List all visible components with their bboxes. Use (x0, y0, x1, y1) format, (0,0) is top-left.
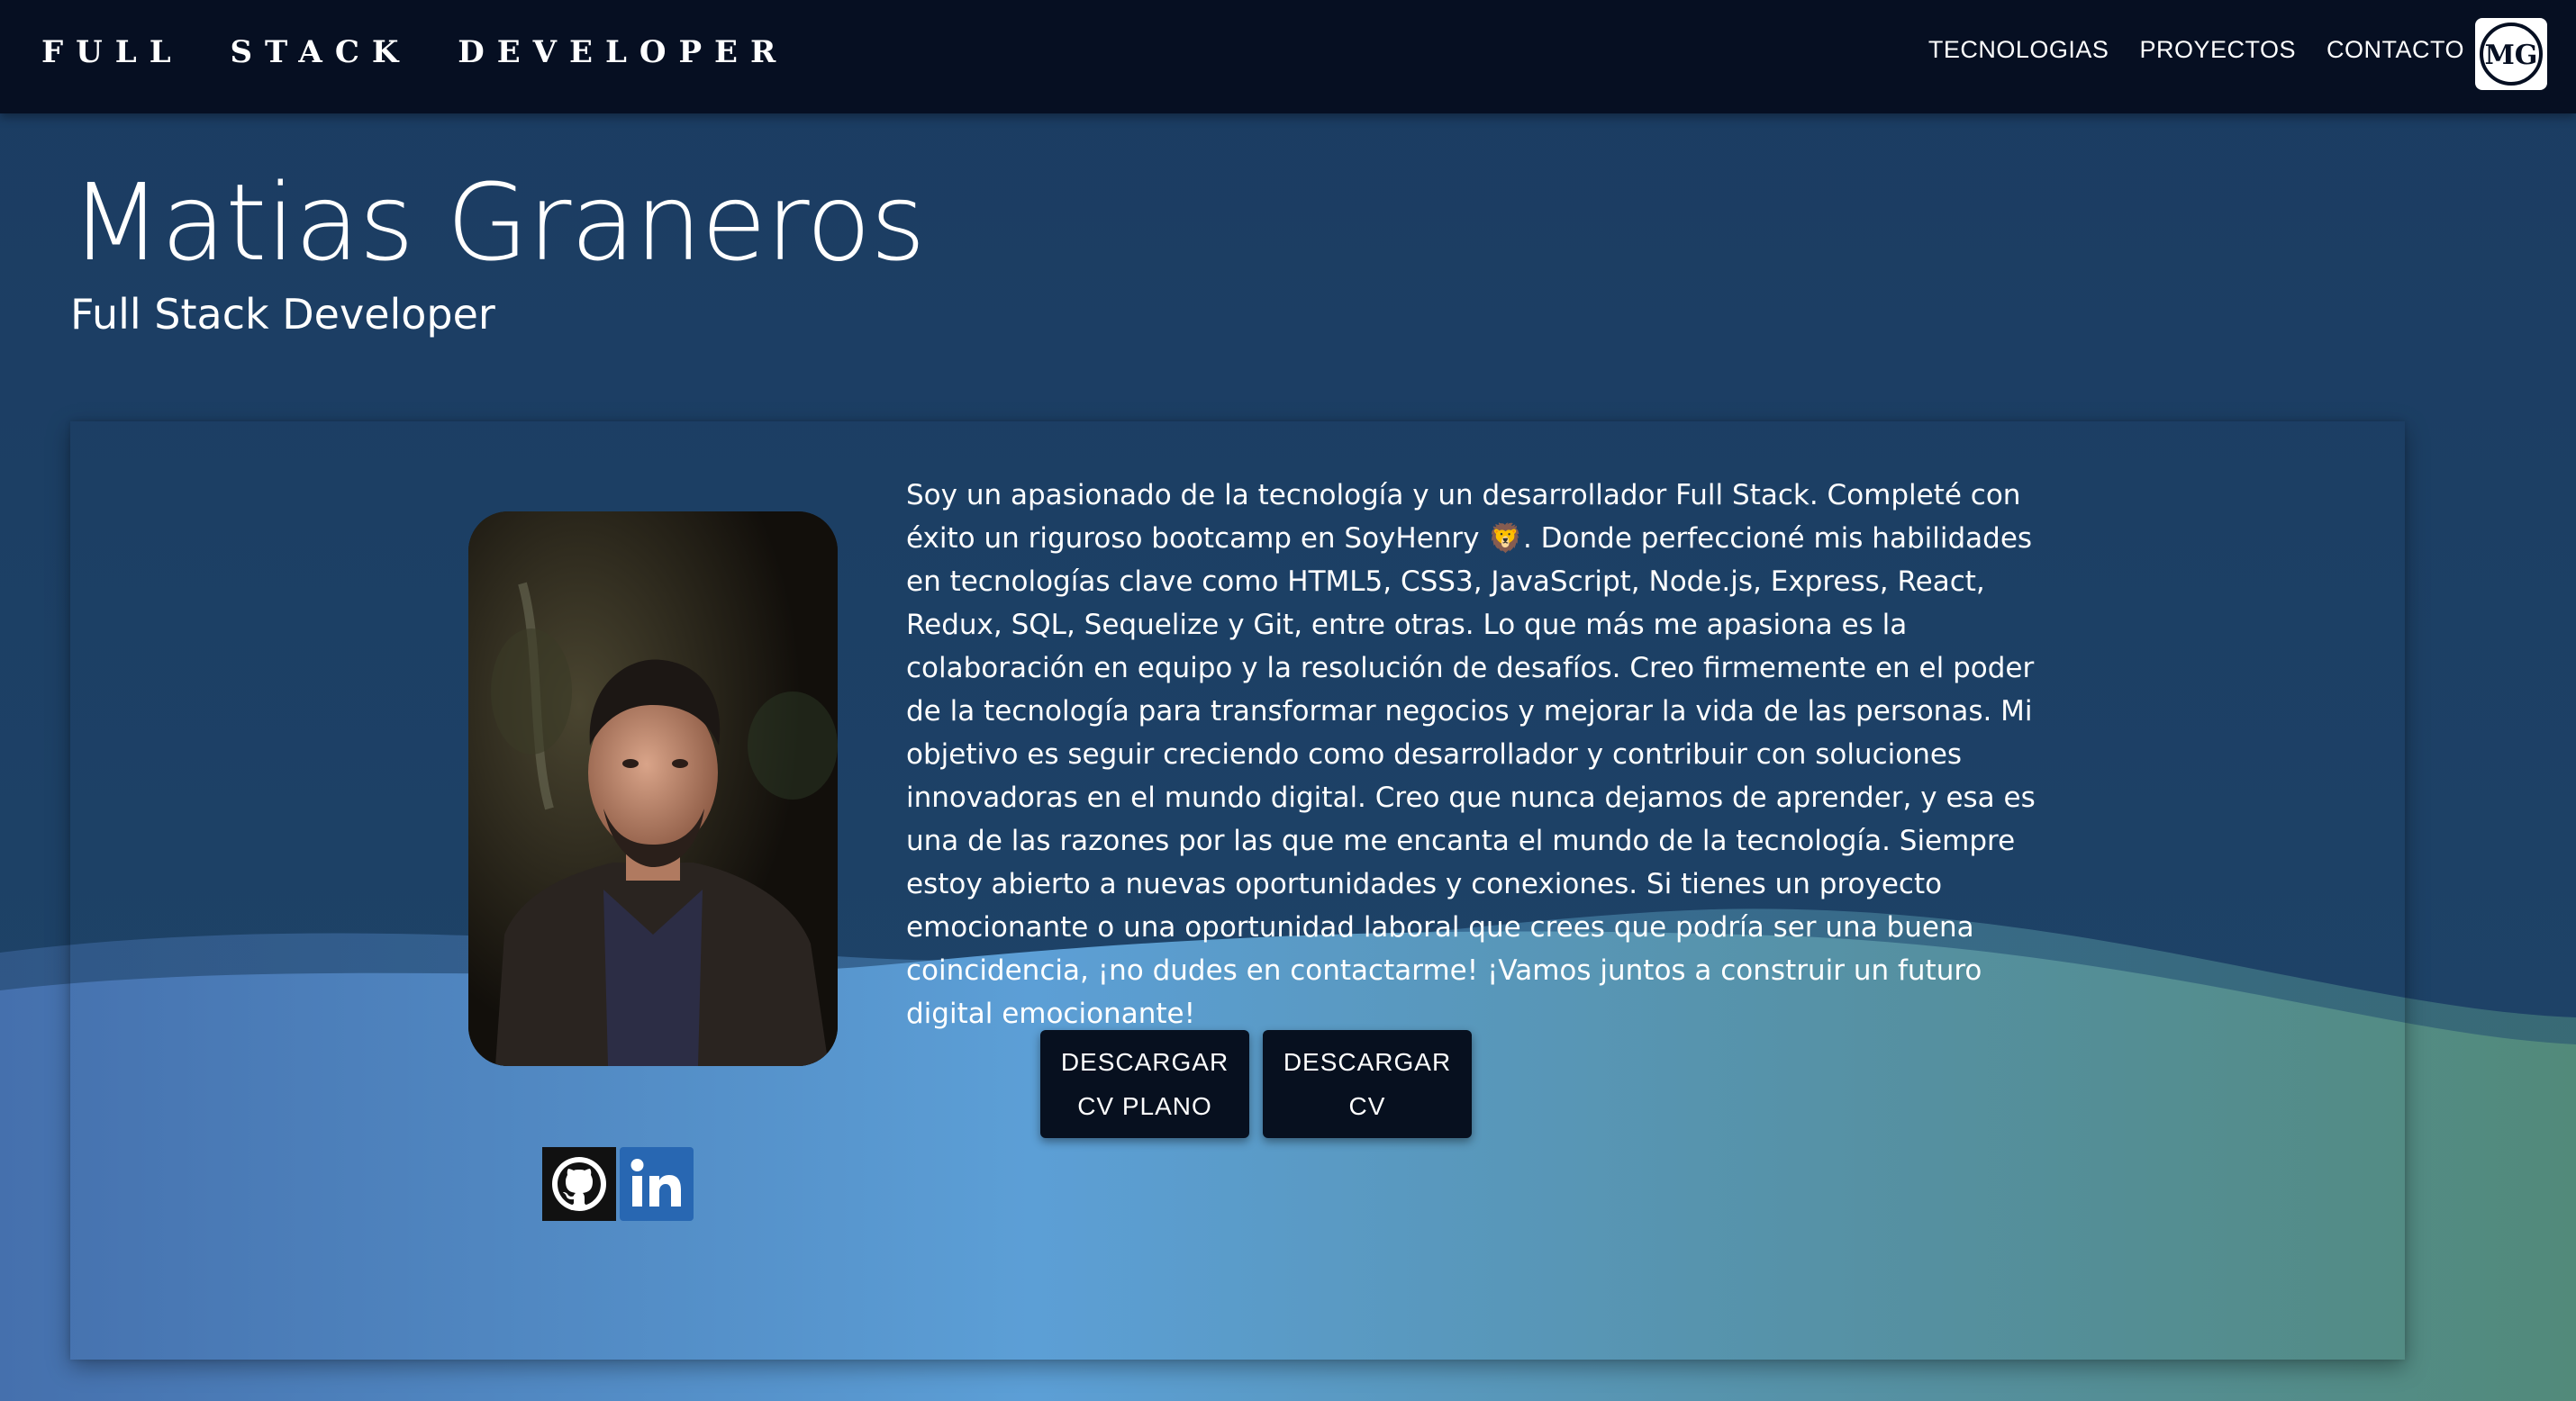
logo-text: MG (2485, 40, 2538, 71)
top-navbar: FULL STACK DEVELOPER TECNOLOGIAS PROYECT… (0, 0, 2576, 113)
nav-link-contacto[interactable]: CONTACTO (2327, 36, 2464, 64)
download-cv-plain-line2: CV PLANO (1077, 1092, 1212, 1120)
github-icon (542, 1147, 616, 1221)
linkedin-icon (630, 1159, 681, 1207)
nav-link-proyectos[interactable]: PROYECTOS (2139, 36, 2296, 64)
download-cv-line1: DESCARGAR (1283, 1048, 1452, 1076)
hero-name: Matias Graneros (70, 160, 926, 285)
bio-text: Soy un apasionado de la tecnología y un … (906, 479, 2036, 1030)
brand-title[interactable]: FULL STACK DEVELOPER (41, 34, 788, 70)
download-cv-button[interactable]: DESCARGAR CV (1263, 1030, 1472, 1138)
profile-photo-image (468, 511, 838, 1066)
download-cv-plain-button[interactable]: DESCARGAR CV PLANO (1040, 1030, 1249, 1138)
github-link[interactable] (542, 1147, 616, 1221)
profile-photo (468, 511, 838, 1066)
download-cv-plain-line1: DESCARGAR (1060, 1048, 1229, 1076)
nav-link-tecnologias[interactable]: TECNOLOGIAS (1928, 36, 2109, 64)
download-cv-line2: CV (1348, 1092, 1386, 1120)
linkedin-link[interactable] (620, 1147, 694, 1221)
hero-subtitle: Full Stack Developer (70, 290, 495, 339)
nav-links: TECNOLOGIAS PROYECTOS CONTACTO (1928, 36, 2464, 64)
mg-logo[interactable]: MG (2475, 18, 2547, 90)
about-card: Soy un apasionado de la tecnología y un … (70, 421, 2405, 1360)
mg-logo-icon: MG (2480, 23, 2543, 86)
social-links (542, 1147, 694, 1221)
